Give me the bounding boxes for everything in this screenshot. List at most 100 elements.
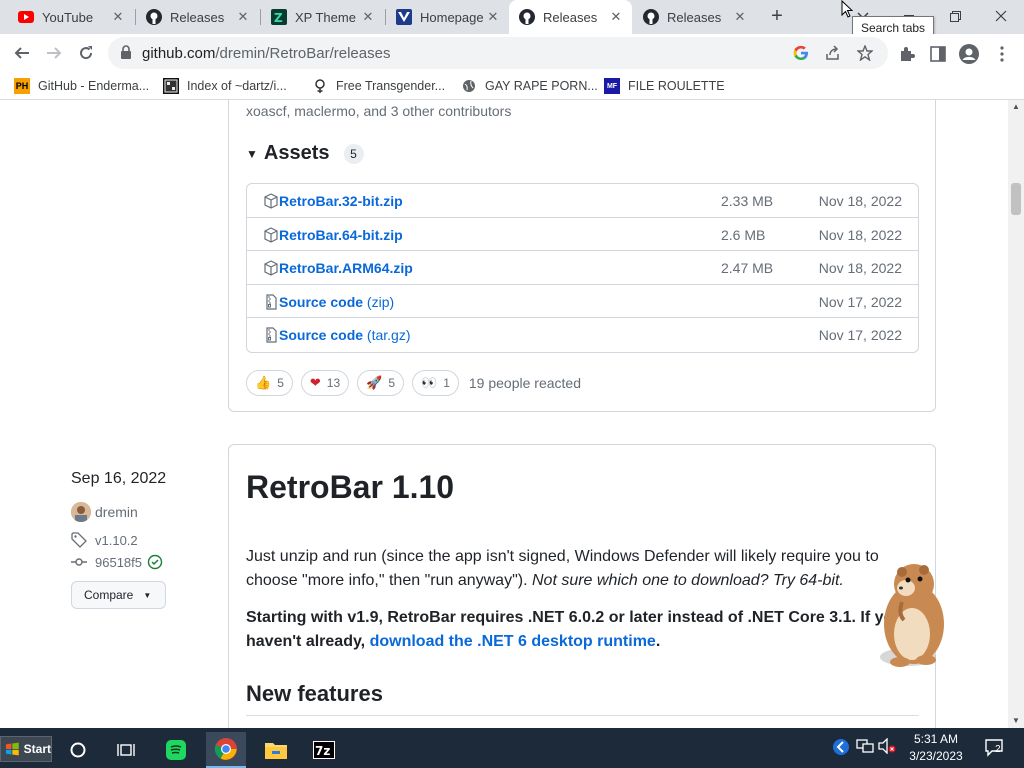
reaction-rocket[interactable]: 🚀 5 (357, 370, 405, 396)
start-button[interactable]: Start (0, 736, 52, 762)
side-panel-icon[interactable] (927, 43, 949, 65)
asset-row: RetroBar.ARM64.zip 2.47 MB Nov 18, 2022 (247, 250, 918, 284)
release-author[interactable]: dremin (71, 502, 138, 522)
heart-icon: ❤ (309, 375, 321, 390)
release-description: Just unzip and run (since the app isn't … (246, 545, 896, 593)
asset-size: 2.47 MB (721, 260, 774, 276)
lock-icon[interactable] (120, 45, 132, 65)
spotify-icon[interactable] (156, 732, 196, 768)
url-path: /dremin/RetroBar/releases (215, 45, 391, 62)
asset-link[interactable]: RetroBar.32-bit.zip (279, 193, 403, 209)
system-clock[interactable]: 5:31 AM 3/23/2023 (896, 731, 976, 765)
profile-icon[interactable] (958, 43, 980, 65)
tab-youtube[interactable]: YouTube ✕ (8, 0, 134, 34)
release-tag[interactable]: v1.10.2 (71, 532, 138, 548)
asset-date: Nov 17, 2022 (818, 294, 902, 310)
commit-icon (71, 558, 87, 566)
reaction-heart[interactable]: ❤ 13 (300, 370, 350, 396)
bookmark-index-of-dartz[interactable]: Index of ~dartz/i... (163, 77, 287, 95)
extensions-icon[interactable] (896, 43, 918, 65)
forward-icon[interactable] (40, 39, 68, 67)
bookmark-label: FILE ROULETTE (628, 79, 725, 93)
tab-title: Releases (667, 9, 722, 25)
release-title[interactable]: RetroBar 1.10 (246, 469, 454, 506)
share-icon[interactable] (824, 44, 842, 62)
close-window-icon[interactable] (978, 0, 1024, 32)
bookmark-label: Index of ~dartz/i... (187, 79, 287, 93)
author-name: dremin (95, 504, 138, 520)
network-app-icon[interactable] (832, 738, 850, 759)
start-label: Start (23, 742, 51, 756)
asset-link[interactable]: Source code (zip) (279, 294, 394, 310)
menu-icon[interactable] (991, 43, 1013, 65)
bookmark-star-icon[interactable] (856, 44, 874, 62)
chrome-icon[interactable] (206, 732, 246, 768)
address-bar[interactable]: github.com/dremin/RetroBar/releases (108, 37, 888, 69)
page-content: xoascf, maclermo, and 3 other contributo… (0, 100, 1008, 728)
page-scrollbar[interactable]: ▲ ▼ (1008, 100, 1024, 728)
asset-link[interactable]: RetroBar.64-bit.zip (279, 227, 403, 243)
reload-icon[interactable] (72, 39, 100, 67)
bookmark-file-roulette[interactable]: MF FILE ROULETTE (604, 77, 725, 95)
bookmark-free-transgender[interactable]: Free Transgender... (312, 77, 445, 95)
asset-link[interactable]: RetroBar.ARM64.zip (279, 260, 413, 276)
tab-homepage[interactable]: Homepage ✕ (386, 0, 509, 34)
compare-button[interactable]: Compare ▼ (71, 581, 166, 609)
bookmark-globe-site[interactable]: GAY RAPE PORN... (461, 77, 598, 95)
close-icon[interactable]: ✕ (732, 9, 748, 25)
asset-size: 2.33 MB (721, 193, 774, 209)
restore-icon[interactable] (932, 0, 978, 32)
tab-releases-active[interactable]: Releases ✕ (509, 0, 632, 34)
scroll-down-icon[interactable]: ▼ (1008, 714, 1024, 728)
asset-name: RetroBar.ARM64.zip (279, 260, 413, 276)
hamster-desktop-pet[interactable] (868, 562, 958, 672)
reacted-summary[interactable]: 19 people reacted (469, 375, 581, 391)
thumbs-up-icon: 👍 (255, 375, 272, 390)
contributors-text: xoascf, maclermo, and 3 other contributo… (246, 103, 512, 119)
new-tab-icon[interactable]: + (766, 5, 788, 27)
reaction-count: 13 (326, 376, 341, 390)
close-icon[interactable]: ✕ (485, 9, 501, 25)
release-card-previous: xoascf, maclermo, and 3 other contributo… (228, 100, 936, 412)
search-circle-icon[interactable] (58, 732, 98, 768)
release-commit[interactable]: 96518f5 (71, 554, 163, 570)
notification-center-icon[interactable]: 2 (984, 738, 1006, 758)
close-icon[interactable]: ✕ (235, 9, 251, 25)
scrollbar-thumb[interactable] (1011, 183, 1021, 215)
dotnet-runtime-link[interactable]: download the .NET 6 desktop runtime (370, 633, 656, 650)
7zip-icon[interactable]: 7z (304, 732, 344, 768)
file-zip-icon (266, 294, 277, 310)
asset-link[interactable]: Source code (tar.gz) (279, 327, 411, 343)
reaction-thumbs-up[interactable]: 👍 5 (246, 370, 293, 396)
package-icon (264, 227, 278, 243)
caret-down-icon: ▼ (143, 590, 152, 600)
index-icon (163, 78, 179, 94)
github-icon (146, 9, 162, 25)
close-icon[interactable]: ✕ (110, 9, 126, 25)
network-icon[interactable] (856, 738, 874, 757)
file-explorer-icon[interactable] (256, 732, 296, 768)
url-host: github.com (142, 45, 216, 62)
tab-releases-1[interactable]: Releases ✕ (136, 0, 259, 34)
eyes-icon: 👀 (421, 375, 438, 390)
reaction-eyes[interactable]: 👀 1 (412, 370, 459, 396)
volume-muted-icon[interactable] (878, 737, 896, 757)
rocket-icon: 🚀 (366, 375, 383, 390)
tag-icon (71, 532, 87, 548)
close-icon[interactable]: ✕ (608, 9, 624, 25)
back-icon[interactable] (8, 39, 36, 67)
tab-releases-3[interactable]: Releases ✕ (633, 0, 756, 34)
assets-toggle[interactable]: ▼ Assets 5 (246, 142, 364, 165)
file-zip-icon (266, 327, 277, 343)
google-icon[interactable] (792, 44, 810, 62)
youtube-icon (18, 9, 34, 25)
assets-list: RetroBar.32-bit.zip 2.33 MB Nov 18, 2022… (246, 183, 919, 353)
notification-count: 2 (995, 744, 1001, 755)
reaction-count: 1 (443, 376, 450, 390)
task-view-icon[interactable] (106, 732, 146, 768)
tab-xp-theme[interactable]: Z XP Theme ✕ (261, 0, 384, 34)
asset-name: Source code (279, 327, 364, 343)
bookmark-github-enderman[interactable]: PH GitHub - Enderma... (14, 77, 149, 95)
close-icon[interactable]: ✕ (360, 9, 376, 25)
scroll-up-icon[interactable]: ▲ (1008, 100, 1024, 114)
